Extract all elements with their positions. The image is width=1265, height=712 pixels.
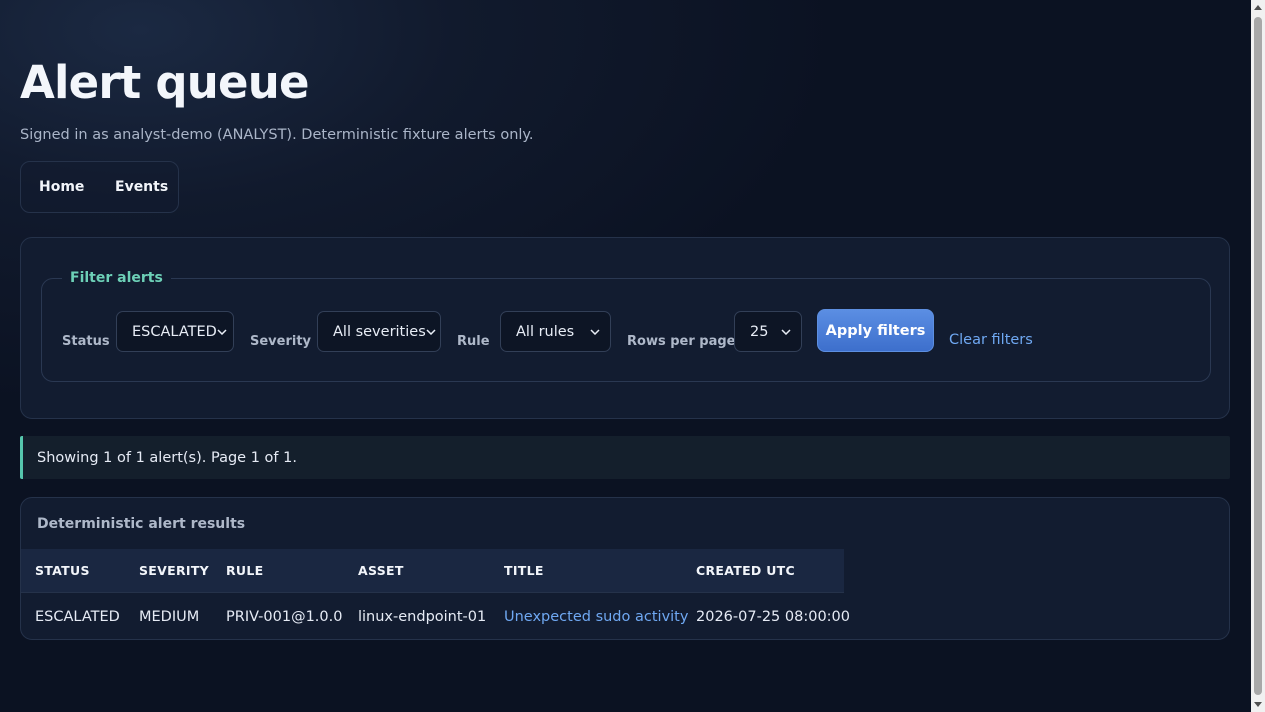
cell-status: ESCALATED [35, 609, 120, 625]
column-header-title: TITLE [504, 563, 544, 578]
cell-rule: PRIV-001@1.0.0 [226, 609, 343, 625]
main-nav: Home Events [20, 161, 179, 213]
rows-per-page-select[interactable]: 25 [734, 311, 802, 352]
filter-fieldset: Filter alerts Status ESCALATED Severity … [41, 268, 1211, 382]
apply-filters-button[interactable]: Apply filters [817, 309, 934, 352]
severity-select-value: All severities [333, 323, 426, 340]
page-subtitle: Signed in as analyst-demo (ANALYST). Det… [20, 127, 534, 143]
cell-severity: MEDIUM [139, 609, 200, 625]
column-header-created-utc: CREATED UTC [696, 563, 795, 578]
page-title: Alert queue [20, 56, 309, 109]
column-header-severity: SEVERITY [139, 563, 210, 578]
scroll-up-arrow-icon[interactable] [1254, 5, 1262, 10]
column-header-status: STATUS [35, 563, 90, 578]
chevron-down-icon [426, 323, 436, 341]
cell-created-utc: 2026-07-25 08:00:00 [696, 609, 850, 625]
cell-asset: linux-endpoint-01 [358, 609, 487, 625]
column-header-asset: ASSET [358, 563, 404, 578]
table-row: ESCALATED MEDIUM PRIV-001@1.0.0 linux-en… [21, 592, 850, 639]
filter-card: Filter alerts Status ESCALATED Severity … [20, 237, 1230, 419]
filter-legend: Filter alerts [62, 268, 171, 288]
column-header-rule: RULE [226, 563, 264, 578]
rule-label: Rule [457, 334, 490, 349]
results-card: Deterministic alert results STATUS SEVER… [20, 497, 1230, 640]
scroll-down-arrow-icon[interactable] [1254, 702, 1262, 707]
chevron-down-icon [217, 323, 227, 341]
results-summary-notice: Showing 1 of 1 alert(s). Page 1 of 1. [20, 436, 1230, 479]
chevron-down-icon [777, 323, 795, 341]
nav-events-link[interactable]: Events [115, 178, 168, 196]
status-select[interactable]: ESCALATED [116, 311, 234, 352]
chevron-down-icon [586, 323, 604, 341]
rows-per-page-label: Rows per page [627, 334, 736, 349]
table-header: STATUS SEVERITY RULE ASSET TITLE CREATED… [21, 549, 844, 592]
clear-filters-link[interactable]: Clear filters [949, 331, 1033, 349]
results-title: Deterministic alert results [37, 516, 246, 532]
rule-select-value: All rules [516, 323, 575, 340]
rows-per-page-value: 25 [750, 323, 769, 340]
status-label: Status [62, 334, 110, 349]
alerts-table: STATUS SEVERITY RULE ASSET TITLE CREATED… [21, 549, 850, 639]
severity-label: Severity [250, 334, 312, 349]
rule-select[interactable]: All rules [500, 311, 611, 352]
vertical-scrollbar[interactable] [1251, 0, 1265, 712]
scrollbar-thumb[interactable] [1254, 17, 1262, 695]
status-select-value: ESCALATED [132, 323, 217, 340]
severity-select[interactable]: All severities [317, 311, 441, 352]
page: Alert queue Signed in as analyst-demo (A… [20, 0, 1230, 712]
alert-title-link[interactable]: Unexpected sudo activity [504, 608, 688, 626]
nav-home-link[interactable]: Home [39, 178, 84, 196]
